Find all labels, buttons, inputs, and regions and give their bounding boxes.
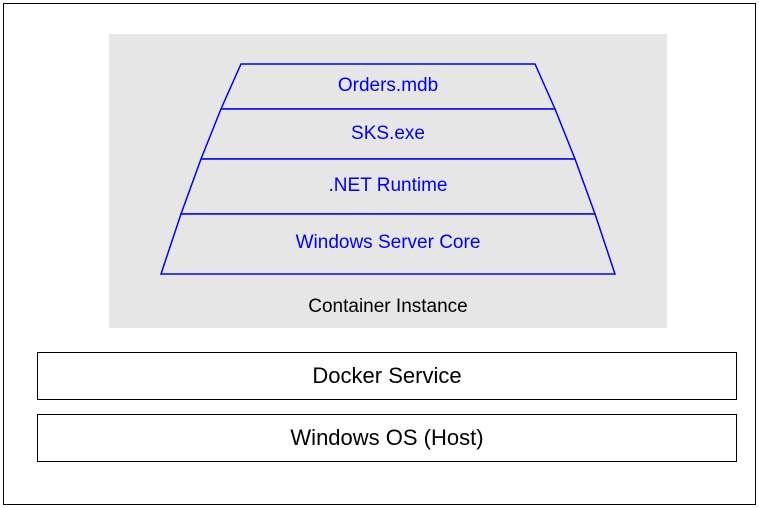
layer-0-shape xyxy=(221,64,555,109)
diagram-frame: Orders.mdb SKS.exe .NET Runtime Windows … xyxy=(3,3,756,505)
layer-3-shape xyxy=(161,214,615,274)
container-instance-label: Container Instance xyxy=(109,296,667,318)
container-instance-panel: Orders.mdb SKS.exe .NET Runtime Windows … xyxy=(109,34,667,328)
layer-1-shape xyxy=(201,109,575,159)
host-os-label: Windows OS (Host) xyxy=(290,425,483,451)
docker-service-label: Docker Service xyxy=(312,363,461,389)
host-os-row: Windows OS (Host) xyxy=(37,414,737,462)
layer-2-shape xyxy=(181,159,595,214)
trapezoid-stack xyxy=(109,34,667,328)
docker-service-row: Docker Service xyxy=(37,352,737,400)
